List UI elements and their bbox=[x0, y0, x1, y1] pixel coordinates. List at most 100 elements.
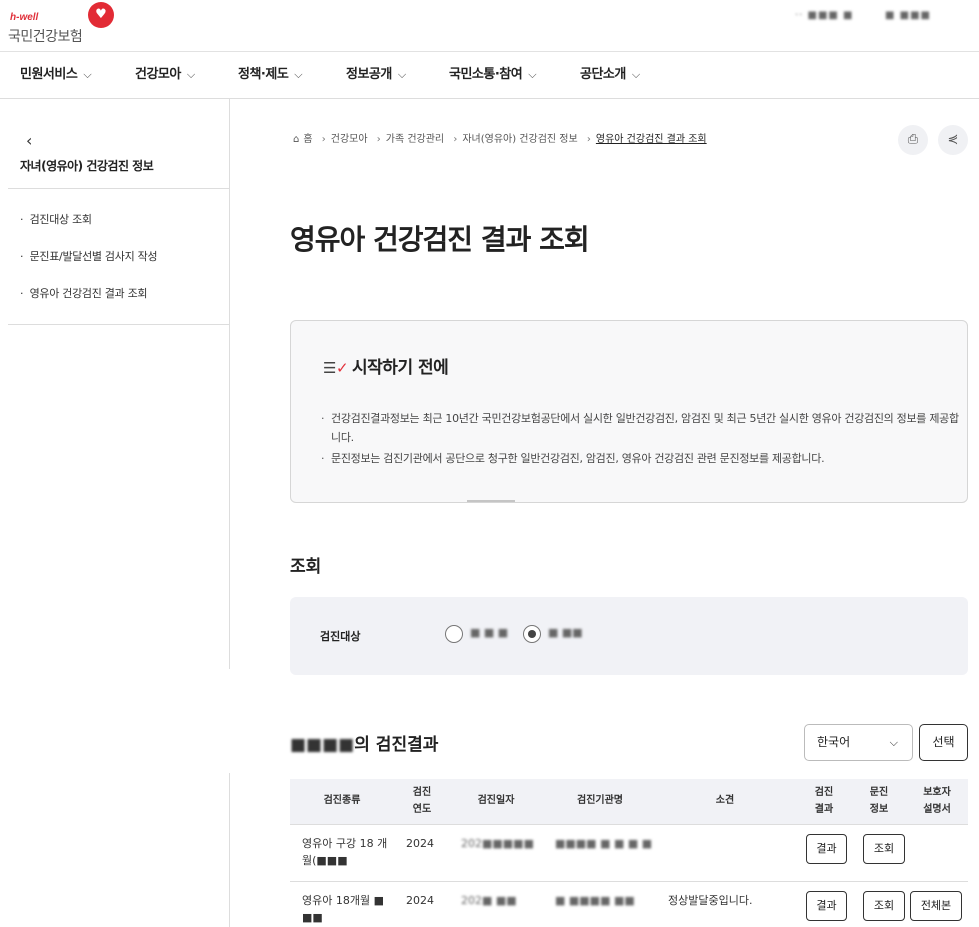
radio-label-text: ■ ■■ bbox=[548, 626, 583, 639]
results-title-suffix: 의 검진결과 bbox=[354, 735, 439, 755]
sidebar-item-results[interactable]: · 영유아 건강검진 결과 조회 bbox=[20, 285, 148, 301]
util-link-2[interactable]: ■ ■■■ bbox=[885, 10, 931, 21]
share-icon: ⋞ bbox=[947, 132, 959, 147]
target-radio-label-1[interactable]: ■ ■■ bbox=[548, 626, 583, 639]
inquiry-button[interactable]: 조회 bbox=[863, 834, 905, 864]
divider bbox=[8, 324, 229, 325]
util-link-1[interactable]: ·· ■■■ ■ bbox=[795, 10, 854, 21]
sidebar-item-label: 문진표/발달선별 검사지 작성 bbox=[29, 250, 158, 263]
notice-list: 건강검진결과정보는 최근 10년간 국민건강보험공단에서 실시한 일반건강검진,… bbox=[319, 409, 959, 470]
global-nav: 민원서비스 ⌵ 건강모아 ⌵ 정책·제도 ⌵ 정보공개 ⌵ 국민소통·참여 ⌵ 공단소개 ⌵ bbox=[0, 52, 979, 99]
gnb-item-1[interactable]: 건강모아 ⌵ bbox=[135, 52, 195, 98]
query-heading: 조회 bbox=[290, 557, 322, 577]
util-link-2-label: ■ ■■■ bbox=[885, 10, 931, 21]
result-button[interactable]: 결과 bbox=[806, 834, 847, 864]
cell-date-text: 202■ ■■ bbox=[461, 894, 517, 907]
sidebar: ‹ 자녀(영유아) 건강검진 정보 · 검진대상 조회 · 문진표/발달선별 검… bbox=[8, 99, 230, 669]
sidebar-item-label: 영유아 건강검진 결과 조회 bbox=[29, 287, 148, 300]
breadcrumb-item-2[interactable]: 자녀(영유아) 건강검진 정보 bbox=[462, 134, 577, 145]
gnb-item-2[interactable]: 정책·제도 ⌵ bbox=[238, 52, 303, 98]
logo-subtitle: h-well bbox=[10, 12, 39, 23]
cell-finding: 정상발달중입니다. bbox=[668, 894, 753, 907]
table-row: 영유아 구강 18 개월(■■■ 2024 202■■■■■ ■■■■ ■ ■ … bbox=[290, 824, 968, 881]
chevron-right-icon: › bbox=[321, 134, 326, 145]
breadcrumb-home[interactable]: 홈 bbox=[303, 134, 312, 145]
gnb-item-5[interactable]: 공단소개 ⌵ bbox=[580, 52, 640, 98]
chevron-down-icon: ⌵ bbox=[83, 68, 92, 81]
col-result: 검진 결과 bbox=[814, 787, 834, 815]
cell-org-text: ■ ■■■■ ■■ bbox=[555, 894, 635, 907]
chevron-down-icon: ⌵ bbox=[294, 68, 303, 81]
printer-icon: ⎙ bbox=[907, 132, 919, 147]
util-link-1-label: ·· ■■■ ■ bbox=[795, 10, 854, 21]
heart-logo-icon: ♥ bbox=[88, 2, 114, 28]
results-title-name: ■■■■ bbox=[290, 735, 355, 755]
inquiry-button[interactable]: 조회 bbox=[863, 891, 905, 921]
cell-date: 202■ ■■ bbox=[461, 892, 517, 909]
target-radio-1[interactable] bbox=[523, 625, 541, 643]
breadcrumb-item-0[interactable]: 건강모아 bbox=[331, 134, 368, 145]
breadcrumb: ⌂ 홈 › 건강모아 › 가족 건강관리 › 자녀(영유아) 건강검진 정보 › 영유아 … bbox=[293, 130, 711, 148]
gnb-item-4[interactable]: 국민소통·참여 ⌵ bbox=[449, 52, 537, 98]
results-title: ■■■■의 검진결과 bbox=[290, 730, 438, 755]
language-select[interactable]: 한국어 ⌵ bbox=[804, 724, 913, 761]
gnb-label: 건강모아 bbox=[135, 67, 181, 82]
sidebar-item-target[interactable]: · 검진대상 조회 bbox=[20, 211, 92, 227]
notice-box: ☰✓시작하기 전에 건강검진결과정보는 최근 10년간 국민건강보험공단에서 실… bbox=[290, 320, 968, 503]
cell-year: 2024 bbox=[406, 894, 434, 907]
cell-type-text: 영유아 구강 18 개월(■■■ bbox=[302, 837, 388, 867]
chevron-right-icon: › bbox=[453, 134, 458, 145]
gnb-item-0[interactable]: 민원서비스 ⌵ bbox=[20, 52, 92, 98]
cell-type: 영유아 구강 18 개월(■■■ bbox=[302, 835, 392, 869]
notice-item: 건강검진결과정보는 최근 10년간 국민건강보험공단에서 실시한 일반건강검진,… bbox=[319, 409, 959, 447]
select-button[interactable]: 선택 bbox=[919, 724, 968, 761]
site-logo[interactable]: h-well 국민건강보험 ♥ bbox=[8, 2, 118, 45]
share-button[interactable]: ⋞ bbox=[938, 125, 968, 155]
result-button[interactable]: 결과 bbox=[806, 891, 847, 921]
col-type: 검진종류 bbox=[323, 795, 361, 806]
home-icon[interactable]: ⌂ bbox=[293, 134, 299, 145]
col-year: 검진 연도 bbox=[412, 787, 432, 815]
radio-label-text: ■ ■ ■ bbox=[470, 626, 509, 639]
query-label: 검진대상 bbox=[320, 630, 361, 643]
gnb-label: 국민소통·참여 bbox=[449, 67, 523, 82]
back-arrow-icon[interactable]: ‹ bbox=[26, 131, 32, 150]
gnb-item-3[interactable]: 정보공개 ⌵ bbox=[346, 52, 406, 98]
table-header: 검진종류 검진 연도 검진일자 검진기관명 소견 검진 결과 문진 정보 보호자… bbox=[290, 779, 968, 824]
chevron-right-icon: › bbox=[586, 134, 591, 145]
chevron-down-icon: ⌵ bbox=[889, 736, 898, 749]
breadcrumb-current: 영유아 건강검진 결과 조회 bbox=[595, 134, 707, 145]
cell-date-text: 202■■■■■ bbox=[461, 837, 534, 850]
cell-type-text: 영유아 18개월 ■ ■■ bbox=[302, 894, 384, 924]
guide-full-button[interactable]: 전체본 bbox=[910, 891, 962, 921]
chevron-down-icon: ⌵ bbox=[186, 68, 195, 81]
site-header: h-well 국민건강보험 ♥ ·· ■■■ ■ ■ ■■■ bbox=[0, 0, 979, 52]
results-table: 검진종류 검진 연도 검진일자 검진기관명 소견 검진 결과 문진 정보 보호자… bbox=[290, 779, 968, 927]
cell-type: 영유아 18개월 ■ ■■ bbox=[302, 892, 392, 926]
target-radio-0[interactable] bbox=[445, 625, 463, 643]
sidebar-item-questionnaire[interactable]: · 문진표/발달선별 검사지 작성 bbox=[20, 248, 158, 264]
gnb-label: 민원서비스 bbox=[20, 67, 78, 82]
gnb-label: 정책·제도 bbox=[238, 67, 289, 82]
col-inquiry: 문진 정보 bbox=[869, 787, 889, 815]
notice-heading: ☰✓ 시작하기 전에 bbox=[323, 353, 449, 378]
table-row: 영유아 18개월 ■ ■■ 2024 202■ ■■ ■ ■■■■ ■■ 정상발… bbox=[290, 881, 968, 927]
col-date: 검진일자 bbox=[477, 795, 515, 806]
notice-title: 시작하기 전에 bbox=[352, 358, 449, 378]
divider bbox=[8, 188, 229, 189]
chevron-down-icon: ⌵ bbox=[397, 68, 406, 81]
target-radio-label-0[interactable]: ■ ■ ■ bbox=[470, 626, 508, 639]
chevron-right-icon: › bbox=[376, 134, 381, 145]
query-box: 검진대상 ■ ■ ■ ■ ■■ bbox=[290, 597, 968, 675]
print-button[interactable]: ⎙ bbox=[898, 125, 928, 155]
cell-year: 2024 bbox=[406, 837, 434, 850]
chevron-down-icon: ⌵ bbox=[528, 68, 537, 81]
breadcrumb-item-1[interactable]: 가족 건강관리 bbox=[386, 134, 444, 145]
sidebar-title: 자녀(영유아) 건강검진 정보 bbox=[20, 159, 154, 173]
gnb-label: 공단소개 bbox=[580, 67, 626, 82]
page-title: 영유아 건강검진 결과 조회 bbox=[290, 223, 590, 256]
col-finding: 소견 bbox=[715, 795, 735, 806]
sidebar-item-label: 검진대상 조회 bbox=[29, 213, 92, 226]
chevron-down-icon: ⌵ bbox=[631, 68, 640, 81]
sidebar-border bbox=[229, 773, 230, 927]
